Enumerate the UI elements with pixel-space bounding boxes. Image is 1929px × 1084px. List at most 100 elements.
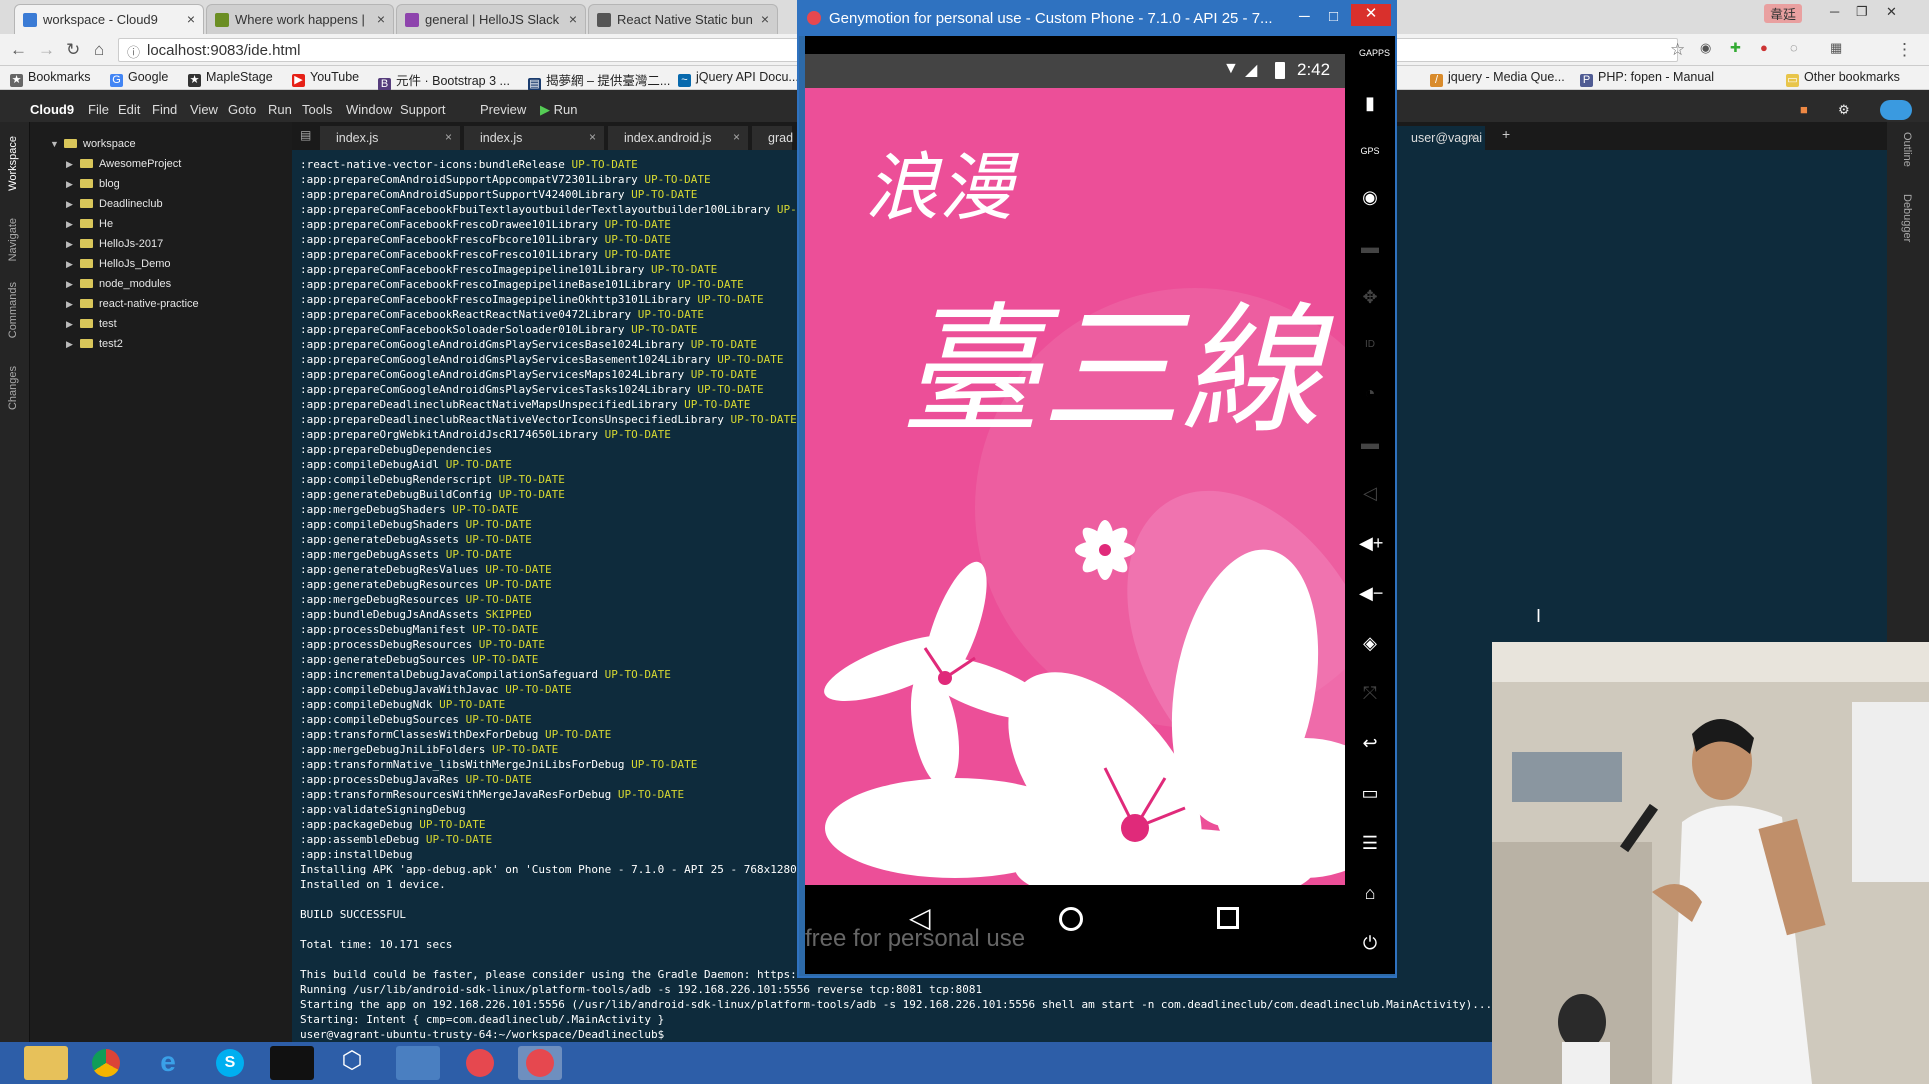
app-splash[interactable]: 浪漫 臺三線 <box>805 88 1345 885</box>
bookmark-item[interactable]: ★ MapleStage <box>188 70 273 87</box>
gapps-icon[interactable]: GAPPS <box>1359 48 1390 70</box>
minimize-icon[interactable]: ─ <box>1299 8 1310 25</box>
pinterest-icon[interactable]: ● <box>1760 40 1768 55</box>
bookmark-item[interactable]: ▤ 揭夢網 – 提供臺灣二... <box>528 70 670 91</box>
chrome-icon[interactable] <box>84 1046 128 1080</box>
file-explorer-icon[interactable] <box>24 1046 68 1080</box>
close-icon[interactable]: × <box>187 11 195 27</box>
tab-slack-where[interactable]: Where work happens | × <box>206 4 394 34</box>
genymotion-icon[interactable] <box>458 1046 502 1080</box>
menu-run[interactable]: Run <box>268 102 292 117</box>
close-icon[interactable]: × <box>761 11 769 27</box>
menu-view[interactable]: View <box>190 102 218 117</box>
back-icon[interactable]: ← <box>10 40 27 60</box>
rail-navigate[interactable]: Navigate <box>7 218 19 261</box>
webcam-icon[interactable]: ◉ <box>1359 186 1381 208</box>
skype-icon[interactable]: S <box>208 1046 252 1080</box>
tree-item[interactable]: ▶ react-native-practice <box>66 298 199 310</box>
bookmark-item[interactable]: B 元件 · Bootstrap 3 ... <box>378 70 510 91</box>
share-icon[interactable]: ◁ <box>1359 482 1381 504</box>
tree-item[interactable]: ▶ HelloJs-2017 <box>66 238 163 250</box>
menu-file[interactable]: File <box>88 102 109 117</box>
rotate-icon[interactable]: ◈ <box>1359 632 1381 654</box>
extension-icon[interactable]: ◌ <box>1790 40 1798 55</box>
sms-icon[interactable]: ▬ <box>1359 432 1381 454</box>
terminal-icon[interactable] <box>270 1046 314 1080</box>
tree-item[interactable]: ▶ Deadlineclub <box>66 198 163 210</box>
home-icon[interactable] <box>1059 907 1083 931</box>
menu-goto[interactable]: Goto <box>228 102 256 117</box>
extension-icon[interactable]: ▦ <box>1830 40 1842 56</box>
rail-debugger[interactable]: Debugger <box>1901 194 1913 242</box>
rail-changes[interactable]: Changes <box>7 366 19 410</box>
app-icon[interactable] <box>396 1046 440 1080</box>
c9-logo[interactable]: Cloud9 <box>30 102 74 117</box>
notification-icon[interactable]: ■ <box>1800 102 1808 117</box>
power-icon[interactable]: ⏻ <box>1359 932 1381 954</box>
bookmark-item[interactable]: ▭ Other bookmarks <box>1786 70 1900 87</box>
forward-icon[interactable]: → <box>38 40 55 60</box>
reload-icon[interactable]: ↻ <box>66 40 80 60</box>
recent-apps-icon[interactable]: ▭ <box>1359 782 1381 804</box>
tree-item[interactable]: ▶ blog <box>66 178 120 190</box>
volume-up-icon[interactable]: ◀+ <box>1359 532 1383 554</box>
menu-find[interactable]: Find <box>152 102 177 117</box>
run-button[interactable]: ▶ Run <box>540 102 577 118</box>
gear-icon[interactable]: ⚙ <box>1838 102 1850 118</box>
menu-support[interactable]: Support <box>400 102 446 117</box>
home-icon[interactable]: ⌂ <box>1359 882 1381 904</box>
genymotion-active-icon[interactable] <box>518 1046 562 1080</box>
editor-tab[interactable]: index.js × <box>464 126 604 150</box>
tree-item[interactable]: ▶ AwesomeProject <box>66 158 181 170</box>
tree-item[interactable]: ▶ test2 <box>66 338 123 350</box>
close-icon[interactable]: × <box>589 130 596 144</box>
close-window-icon[interactable]: ✕ <box>1351 4 1391 26</box>
bookmark-item[interactable]: G Google <box>110 70 168 87</box>
video-icon[interactable]: ▬ <box>1359 236 1381 258</box>
editor-tab[interactable]: index.android.js × <box>608 126 748 150</box>
bookmark-star-icon[interactable]: ☆ <box>1670 40 1685 60</box>
tree-root[interactable]: ▼ workspace <box>50 138 136 150</box>
tab-cloud9[interactable]: workspace - Cloud9 × <box>14 4 204 34</box>
rail-commands[interactable]: Commands <box>7 282 19 338</box>
menu-icon[interactable]: ☰ <box>1359 832 1381 854</box>
minimize-icon[interactable]: ─ <box>1830 4 1839 19</box>
tree-item[interactable]: ▶ node_modules <box>66 278 171 290</box>
move-icon[interactable]: ✥ <box>1359 286 1381 308</box>
extension-icon[interactable]: ✚ <box>1730 40 1741 56</box>
virtualbox-icon[interactable]: ⬡ <box>330 1046 374 1080</box>
id-icon[interactable]: ID <box>1359 334 1381 356</box>
recents-icon[interactable] <box>1217 907 1239 929</box>
tree-item[interactable]: ▶ HelloJs_Demo <box>66 258 171 270</box>
close-icon[interactable]: × <box>733 130 740 144</box>
tab-react-native[interactable]: React Native Static bun × <box>588 4 778 34</box>
maximize-icon[interactable]: □ <box>1329 8 1338 25</box>
gps-icon[interactable]: GPS <box>1359 140 1381 162</box>
bookmark-item[interactable]: / jquery - Media Que... <box>1430 70 1565 87</box>
battery-icon[interactable]: ▮ <box>1359 92 1381 114</box>
collab-icon[interactable] <box>1880 100 1912 120</box>
home-icon[interactable]: ⌂ <box>94 40 104 60</box>
tree-item[interactable]: ▶ test <box>66 318 117 330</box>
ie-icon[interactable]: e <box>146 1046 190 1080</box>
bookmark-item[interactable]: P PHP: fopen - Manual <box>1580 70 1714 87</box>
window-user-badge[interactable]: 韋廷 <box>1764 4 1803 23</box>
maximize-icon[interactable]: ❐ <box>1856 4 1868 20</box>
close-window-icon[interactable]: ✕ <box>1886 4 1897 20</box>
editor-tab[interactable]: index.js × <box>320 126 460 150</box>
bookmark-item[interactable]: ~ jQuery API Docu... <box>678 70 799 87</box>
volume-down-icon[interactable]: ◀− <box>1359 582 1383 604</box>
close-icon[interactable]: × <box>1470 130 1477 144</box>
scale-icon[interactable]: ⤧ <box>1359 682 1381 704</box>
rail-workspace[interactable]: Workspace <box>7 136 19 191</box>
extension-icon[interactable]: ◉ <box>1700 40 1711 56</box>
rss-icon[interactable]: ◔ <box>1359 382 1381 404</box>
back-arrow-icon[interactable]: ↩ <box>1359 732 1381 754</box>
menu-edit[interactable]: Edit <box>118 102 140 117</box>
preview-button[interactable]: Preview <box>480 102 526 117</box>
tab-slack-general[interactable]: general | HelloJS Slack × <box>396 4 586 34</box>
close-icon[interactable]: × <box>445 130 452 144</box>
editor-tab[interactable]: grad <box>752 126 793 150</box>
menu-icon[interactable]: ⋮ <box>1896 40 1913 60</box>
add-tab-icon[interactable]: + <box>1502 126 1510 142</box>
